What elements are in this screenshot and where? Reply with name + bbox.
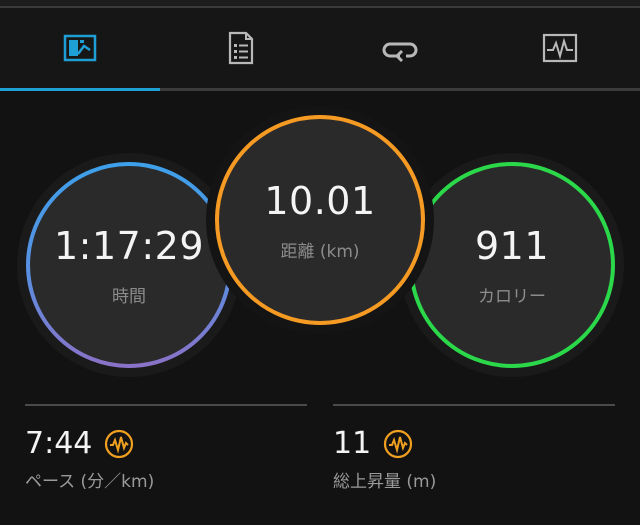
waveform-icon[interactable]: [383, 429, 413, 459]
calories-label: カロリー: [478, 286, 546, 307]
tab-details[interactable]: [160, 8, 320, 88]
pace-stat: 7:44 ペース (分／km): [25, 404, 307, 492]
overview-chart-icon: [63, 34, 97, 62]
pace-label: ペース (分／km): [25, 472, 155, 492]
time-value: 1:17:29: [54, 223, 204, 268]
waveform-icon[interactable]: [104, 429, 134, 459]
heart-rate-graph-icon: [542, 33, 578, 63]
status-strip: [0, 0, 640, 8]
elevation-value: 11: [333, 426, 372, 461]
elevation-divider: [333, 404, 615, 406]
pace-value: 7:44: [25, 426, 93, 461]
distance-value: 10.01: [264, 178, 376, 223]
active-tab-indicator: [0, 88, 160, 91]
distance-label: 距離 (km): [280, 241, 360, 262]
tab-underline: [0, 88, 640, 91]
calories-value: 911: [474, 223, 550, 268]
pace-divider: [25, 404, 307, 406]
laps-loop-icon: [382, 42, 418, 63]
elevation-label: 総上昇量 (m): [333, 472, 437, 492]
tab-bar: [0, 8, 640, 88]
time-label: 時間: [112, 286, 146, 307]
elevation-stat: 11 総上昇量 (m): [333, 404, 615, 492]
details-list-icon: [228, 31, 254, 65]
tab-overview[interactable]: [0, 8, 160, 88]
tab-heart-rate[interactable]: [480, 8, 640, 88]
tab-laps[interactable]: [320, 8, 480, 88]
distance-circle[interactable]: 10.01 距離 (km): [205, 105, 435, 335]
